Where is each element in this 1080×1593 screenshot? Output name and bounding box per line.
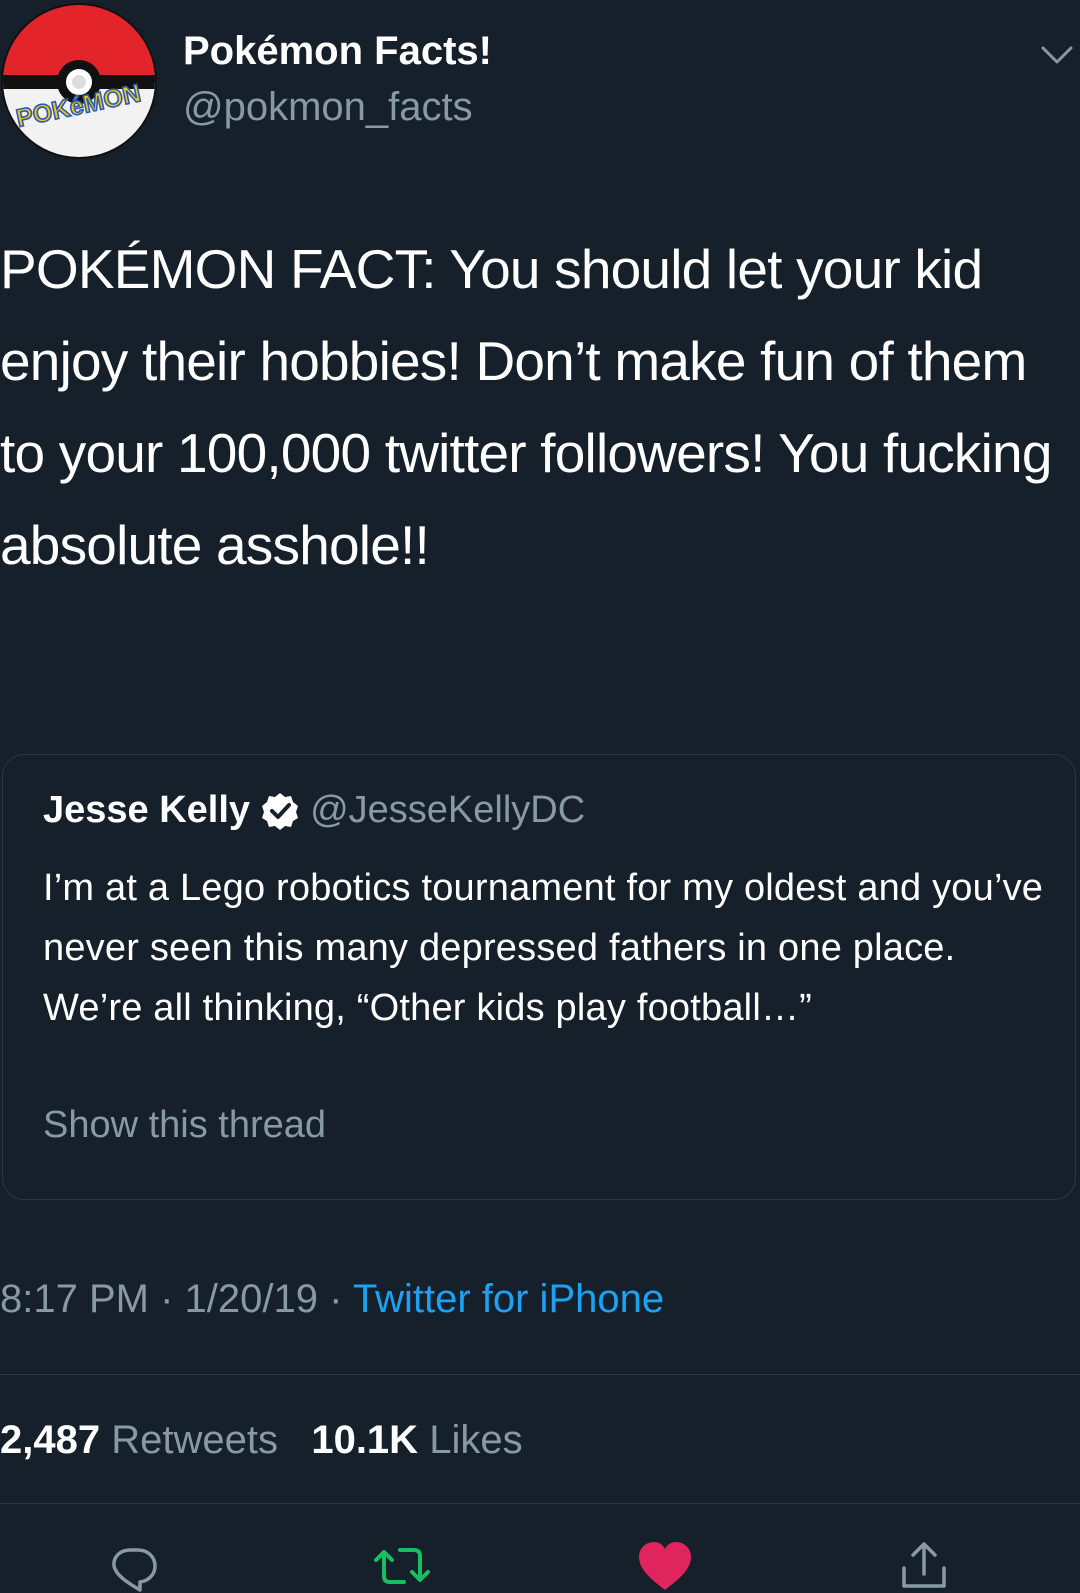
show-thread-link[interactable]: Show this thread [43,1095,326,1155]
share-icon [902,1542,946,1588]
divider [0,1374,1080,1375]
likes-count: 10.1K [311,1418,419,1462]
meta-separator: · [160,1277,174,1321]
author-name[interactable]: Pokémon Facts! [183,26,492,76]
reply-button[interactable] [108,1540,160,1592]
quoted-tweet[interactable]: Jesse Kelly @JesseKellyDC I’m at a Lego … [2,754,1076,1200]
reply-icon [112,1548,157,1592]
quoted-author-handle: @JesseKellyDC [310,789,586,831]
meta-separator: · [329,1277,343,1321]
author-handle[interactable]: @pokmon_facts [183,82,473,132]
likes-label: Likes [429,1418,523,1462]
retweet-icon [374,1548,430,1584]
retweets-stat[interactable]: 2,487 Retweets [0,1418,278,1462]
tweet-date[interactable]: 1/20/19 [185,1277,318,1321]
verified-badge-icon [262,792,299,830]
quoted-tweet-text: I’m at a Lego robotics tournament for my… [43,867,1044,1029]
tweet-source-link[interactable]: Twitter for iPhone [353,1277,664,1321]
likes-stat[interactable]: 10.1K Likes [311,1418,522,1462]
tweet-meta: 8:17 PM · 1/20/19 · Twitter for iPhone [0,1270,664,1328]
tweet-time[interactable]: 8:17 PM [0,1277,149,1321]
retweets-label: Retweets [111,1418,278,1462]
retweet-button[interactable] [372,1540,432,1592]
like-button[interactable] [636,1540,694,1592]
quoted-author-name: Jesse Kelly [43,789,251,831]
pokeball-logo-icon: POKéMON [1,3,157,159]
tweet-stats: 2,487 Retweets 10.1K Likes [0,1410,523,1470]
divider [0,1503,1080,1504]
tweet-text: POKÉMON FACT: You should let your kid en… [0,238,1052,576]
share-button[interactable] [898,1540,950,1592]
retweets-count: 2,487 [0,1418,101,1462]
tweet-detail: POKéMON Pokémon Facts! @pokmon_facts POK… [0,0,1080,1593]
quoted-tweet-header: Jesse Kelly @JesseKellyDC [43,789,585,832]
author-avatar[interactable]: POKéMON [0,2,158,160]
chevron-down-icon[interactable] [1040,42,1074,68]
heart-icon [639,1542,691,1590]
